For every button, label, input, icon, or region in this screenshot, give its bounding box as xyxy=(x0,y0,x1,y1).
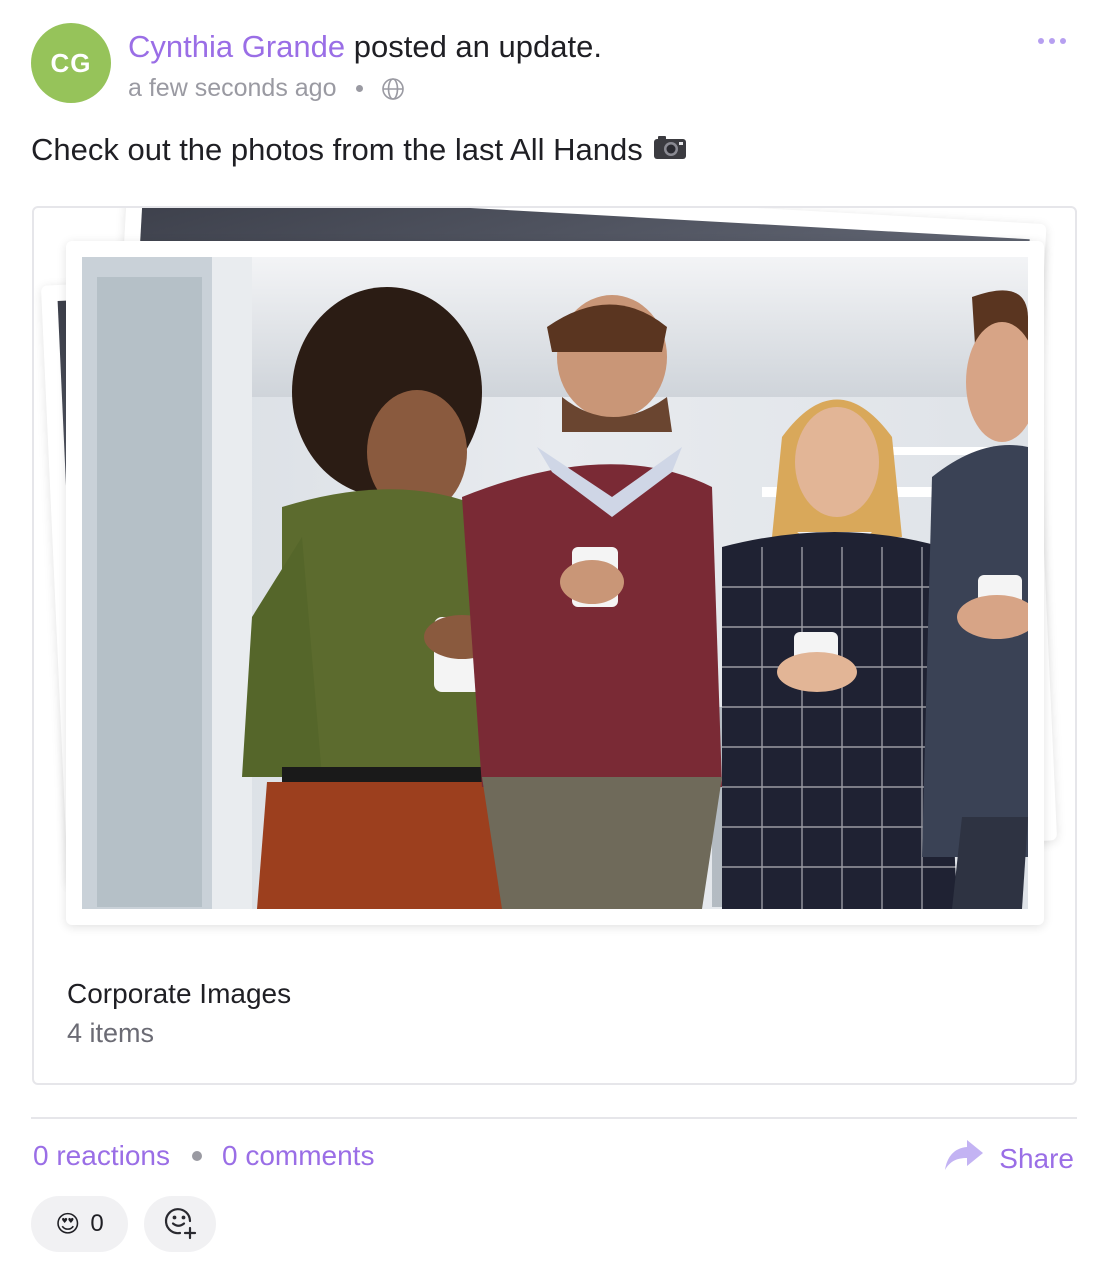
avatar[interactable]: CG xyxy=(31,23,111,103)
add-emoji-icon xyxy=(162,1204,198,1245)
post-text: Check out the photos from the last All H… xyxy=(31,132,643,167)
share-button[interactable]: Share xyxy=(943,1138,1074,1179)
meta-separator xyxy=(356,85,364,92)
cover-photo-image xyxy=(82,257,1028,909)
more-options-icon[interactable] xyxy=(1038,38,1066,44)
globe-icon xyxy=(381,77,405,101)
post-stats: 0 reactions 0 comments xyxy=(33,1140,374,1172)
share-arrow-icon xyxy=(943,1138,985,1179)
footer-divider xyxy=(31,1117,1077,1119)
post-timestamp[interactable]: a few seconds ago xyxy=(128,74,336,103)
album-card[interactable]: Corporate Images 4 items xyxy=(32,206,1077,1085)
post-headline: Cynthia Grande posted an update. xyxy=(128,28,602,66)
reactions-count-link[interactable]: 0 reactions xyxy=(33,1140,170,1172)
stats-separator xyxy=(191,1151,202,1161)
post-body: Check out the photos from the last All H… xyxy=(31,130,687,170)
post-action-text: posted an update. xyxy=(345,29,602,64)
album-item-count: 4 items xyxy=(67,1018,155,1048)
comments-count-link[interactable]: 0 comments xyxy=(222,1140,375,1172)
album-title[interactable]: Corporate Images xyxy=(67,978,291,1010)
add-reaction-button[interactable] xyxy=(144,1196,216,1252)
post-meta: a few seconds ago xyxy=(128,74,405,103)
album-cover-photo[interactable] xyxy=(66,241,1044,925)
reaction-heart-eyes-button[interactable]: 😍 0 xyxy=(31,1196,128,1252)
author-name-link[interactable]: Cynthia Grande xyxy=(128,29,345,64)
reaction-count: 0 xyxy=(90,1210,104,1237)
camera-icon xyxy=(653,130,687,170)
share-label: Share xyxy=(999,1142,1074,1174)
heart-eyes-emoji-icon: 😍 xyxy=(55,1210,81,1238)
